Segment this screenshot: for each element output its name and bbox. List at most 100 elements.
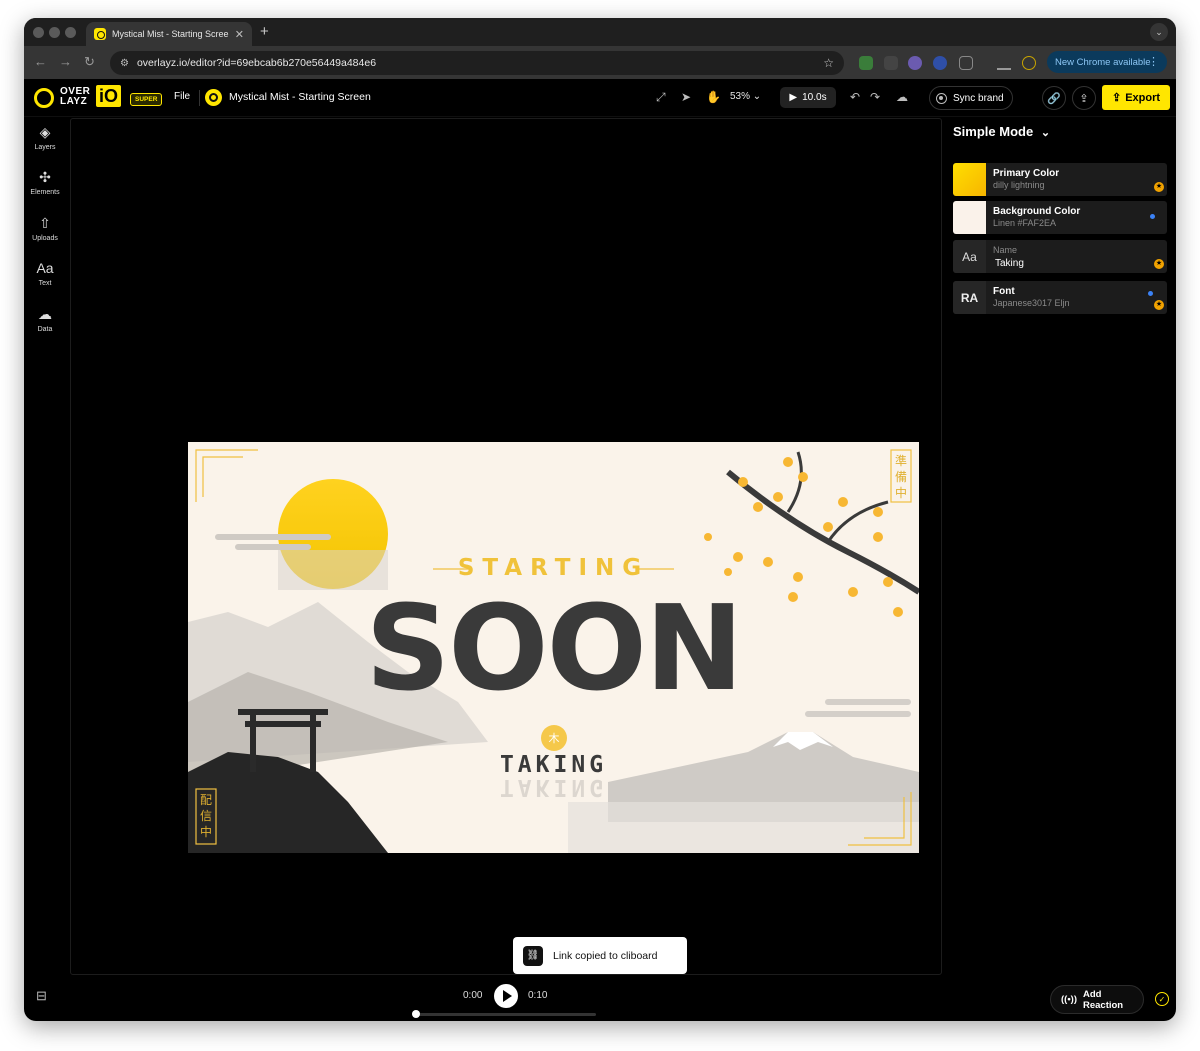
redo-icon[interactable]: ↷ xyxy=(870,90,880,104)
copy-link-button[interactable]: 🔗 xyxy=(1042,86,1066,110)
update-chrome-button[interactable]: New Chrome available ⋮ xyxy=(1047,51,1167,73)
cloud-saved-icon: ☁ xyxy=(896,90,908,104)
browser-window: Mystical Mist - Starting Scree ✕ + ⌄ ← →… xyxy=(24,18,1176,1021)
timeline-scrubber[interactable] xyxy=(412,1010,420,1018)
sidebar-item-label: Data xyxy=(37,326,53,333)
emblem-kanji: 木 xyxy=(548,733,560,745)
primary-color-swatch[interactable] xyxy=(953,163,986,196)
sidebar-item-label: Uploads xyxy=(32,235,58,242)
sidebar-item-layers[interactable]: ◈ Layers xyxy=(24,124,66,151)
extension-icon[interactable] xyxy=(933,56,947,70)
logo-wordmark: OVER LAYZ xyxy=(60,87,90,107)
extension-icon[interactable] xyxy=(884,56,898,70)
right-kanji: 準備中 xyxy=(895,454,908,500)
fit-screen-icon[interactable]: ⤢ xyxy=(656,90,666,105)
card-subtitle: Japanese3017 Eljn xyxy=(993,298,1070,308)
add-reaction-label: Add Reaction xyxy=(1082,988,1124,1011)
editor-canvas[interactable]: STARTING SOON TAKING TAKING 木 配信中 準備中 xyxy=(70,118,942,975)
close-tab-icon[interactable]: ✕ xyxy=(235,28,244,41)
card-title: Font xyxy=(993,286,1015,297)
zoom-dropdown[interactable]: 53% ⌄ xyxy=(730,91,761,102)
mode-dropdown[interactable]: Simple Mode ⌄ xyxy=(953,124,1050,139)
file-menu[interactable]: File xyxy=(174,91,190,102)
preview-play-button[interactable]: ▶ 10.0s xyxy=(780,87,836,108)
tab-strip: Mystical Mist - Starting Scree ✕ + ⌄ xyxy=(24,18,1176,46)
export-icon: ⇪ xyxy=(1111,92,1122,104)
menu-dots-icon: ⋮ xyxy=(1148,56,1159,68)
extensions-puzzle-icon[interactable] xyxy=(959,56,973,70)
maximize-window-button[interactable] xyxy=(65,27,76,38)
status-check-icon[interactable]: ✓ xyxy=(1155,992,1169,1006)
tab-title: Mystical Mist - Starting Scree xyxy=(112,29,229,39)
duration-label: 10.0s xyxy=(802,92,827,103)
export-button[interactable]: ⇪ Export xyxy=(1102,85,1170,110)
elements-icon: ✣ xyxy=(39,169,51,185)
select-cursor-icon[interactable]: ➤ xyxy=(681,90,691,104)
timeline-track[interactable] xyxy=(416,1013,596,1016)
sidebar-item-uploads[interactable]: ⇧ Uploads xyxy=(24,215,66,242)
address-bar[interactable]: ⚙ overlayz.io/editor?id=69ebcab6b270e564… xyxy=(110,51,844,75)
modified-dot-icon xyxy=(1150,214,1155,219)
reload-icon[interactable]: ↻ xyxy=(84,54,95,70)
total-time: 0:10 xyxy=(528,990,548,1001)
logo-io: iO xyxy=(96,85,122,107)
sync-icon xyxy=(936,92,947,104)
sidebar-item-data[interactable]: ☁ Data xyxy=(24,306,66,333)
briefcase-icon[interactable]: ⊟ xyxy=(36,988,47,1004)
card-title: Primary Color xyxy=(993,168,1060,179)
starting-heading: STARTING xyxy=(457,555,650,581)
new-tab-icon[interactable]: + xyxy=(260,23,269,40)
add-reaction-button[interactable]: ((•)) Add Reaction xyxy=(1050,985,1144,1014)
close-window-button[interactable] xyxy=(33,27,44,38)
download-icon[interactable] xyxy=(997,56,1011,70)
site-info-icon[interactable]: ⚙ xyxy=(120,58,129,69)
extension-icon[interactable] xyxy=(908,56,922,70)
share-button[interactable]: ⇪ xyxy=(1072,86,1096,110)
properties-panel: Simple Mode ⌄ Primary Color dilly lightn… xyxy=(946,118,1176,998)
premium-badge-icon: ★ xyxy=(1154,259,1164,269)
browser-tab[interactable]: Mystical Mist - Starting Scree ✕ xyxy=(86,22,252,46)
play-icon: ▶ xyxy=(789,92,798,103)
update-chrome-label: New Chrome available xyxy=(1055,56,1151,68)
sidebar-item-elements[interactable]: ✣ Elements xyxy=(24,169,66,196)
app-header: OVER LAYZ iO SUPER File Mystical Mist - … xyxy=(24,79,1176,117)
primary-color-card[interactable]: Primary Color dilly lightning ★ xyxy=(953,163,1167,196)
divider xyxy=(199,90,200,106)
layers-icon: ◈ xyxy=(39,124,51,140)
extension-icon[interactable] xyxy=(859,56,873,70)
hand-tool-icon[interactable]: ✋ xyxy=(706,90,721,104)
plan-badge: SUPER xyxy=(130,93,163,106)
current-time: 0:00 xyxy=(463,990,483,1001)
profile-icon[interactable] xyxy=(1022,56,1036,70)
play-button[interactable] xyxy=(494,984,518,1008)
sidebar-item-label: Layers xyxy=(34,144,56,151)
forward-icon[interactable]: → xyxy=(59,54,72,69)
url-text: overlayz.io/editor?id=69ebcab6b270e56449… xyxy=(136,57,377,69)
sidebar-item-label: Text xyxy=(38,280,52,287)
sidebar-item-label: Elements xyxy=(30,189,60,196)
undo-icon[interactable]: ↶ xyxy=(850,90,860,104)
back-icon[interactable]: ← xyxy=(34,54,47,69)
browser-toolbar: ← → ↻ ⚙ overlayz.io/editor?id=69ebcab6b2… xyxy=(24,46,1176,79)
name-card[interactable]: Aa Name Taking ★ xyxy=(953,240,1167,273)
minimize-window-button[interactable] xyxy=(49,27,60,38)
name-input[interactable]: Taking xyxy=(995,258,1024,269)
bookmark-star-icon[interactable]: ☆ xyxy=(823,56,834,70)
card-subtitle: Linen #FAF2EA xyxy=(993,218,1057,228)
sidebar-item-text[interactable]: Aa Text xyxy=(24,260,66,287)
data-icon: ☁ xyxy=(38,306,52,322)
font-card[interactable]: RA Font Japanese3017 Eljn ★ xyxy=(953,281,1167,314)
artboard[interactable]: STARTING SOON TAKING TAKING 木 配信中 準備中 xyxy=(188,442,919,853)
background-color-swatch[interactable] xyxy=(953,201,986,234)
mode-label: Simple Mode xyxy=(953,124,1034,139)
project-icon xyxy=(205,89,222,106)
sync-label: Sync brand xyxy=(953,92,1004,104)
tab-search-icon[interactable]: ⌄ xyxy=(1150,23,1168,41)
subtitle-reflection: TAKING xyxy=(499,774,608,800)
premium-badge-icon: ★ xyxy=(1154,182,1164,192)
background-color-card[interactable]: Background Color Linen #FAF2EA xyxy=(953,201,1167,234)
sync-brand-button[interactable]: Sync brand xyxy=(929,86,1013,110)
logo-word-2: LAYZ xyxy=(60,96,88,107)
project-title[interactable]: Mystical Mist - Starting Screen xyxy=(229,91,371,103)
left-sidebar: ◈ Layers ✣ Elements ⇧ Uploads Aa Text ☁ … xyxy=(24,118,66,998)
